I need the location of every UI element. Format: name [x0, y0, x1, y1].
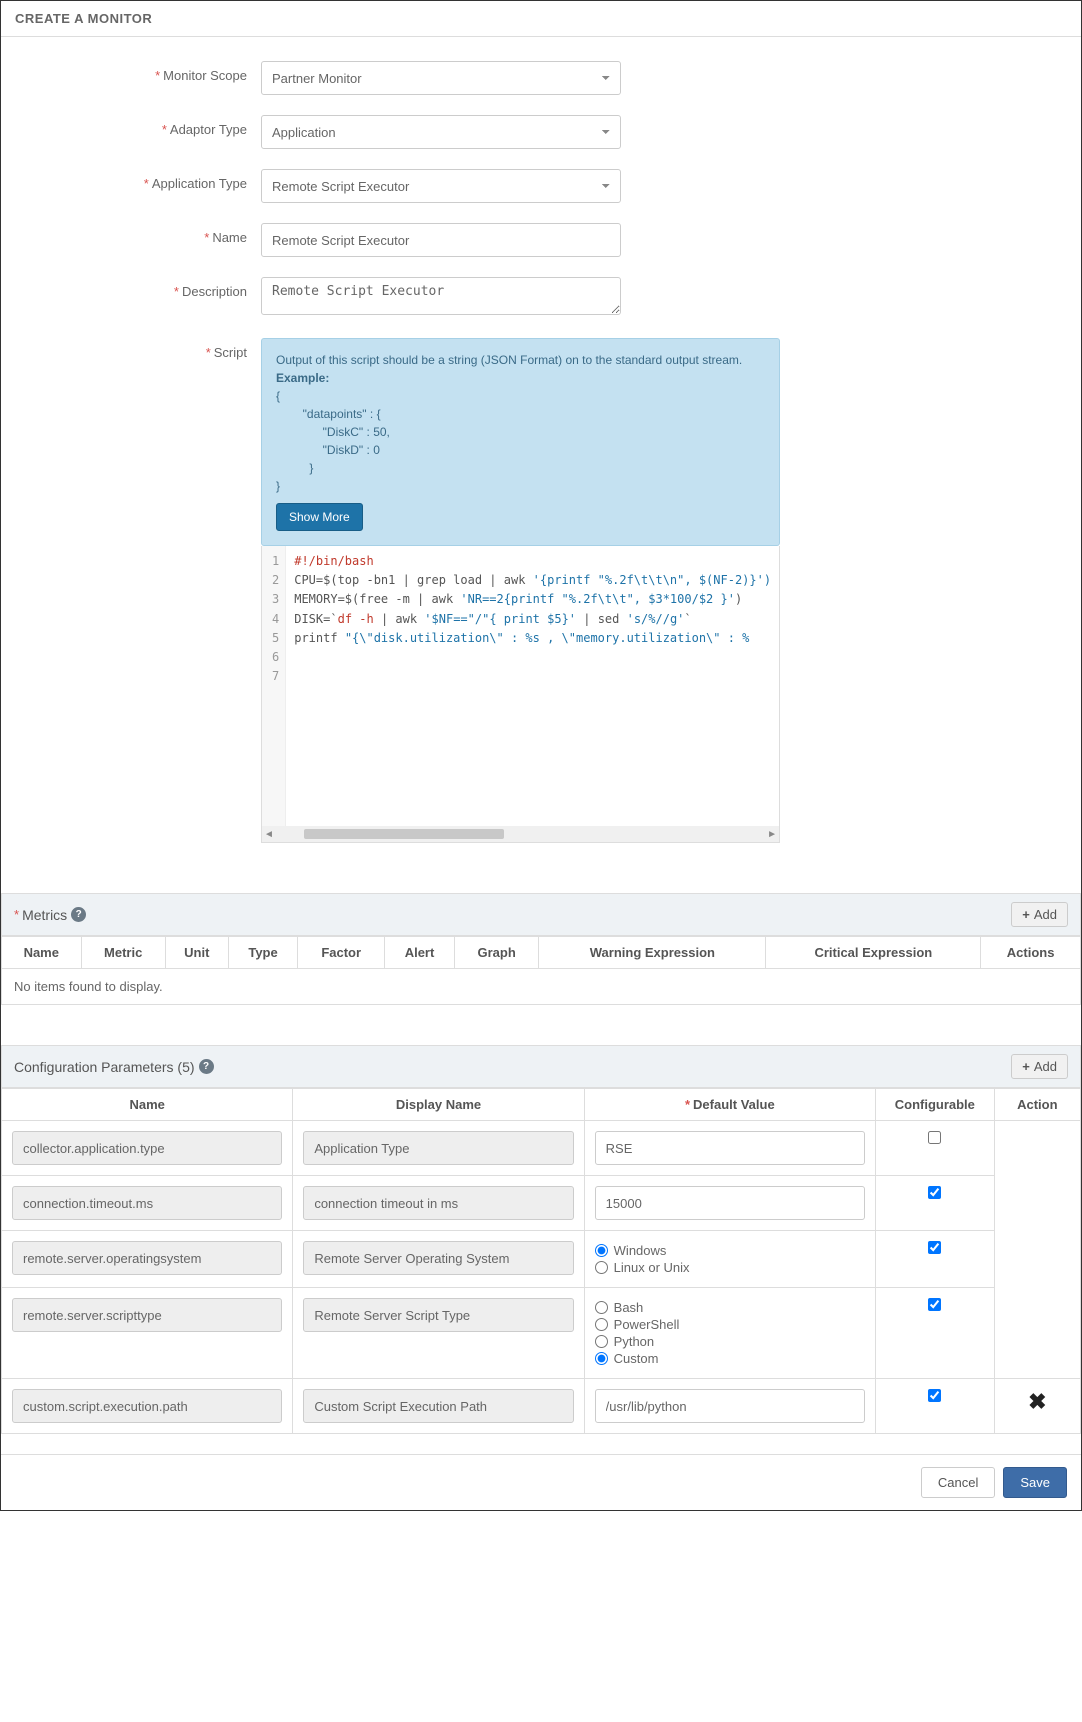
metrics-col: Name	[2, 937, 82, 969]
param-name-input	[12, 1131, 282, 1165]
name-input[interactable]	[261, 223, 621, 257]
script-hscroll-thumb[interactable]	[304, 829, 504, 839]
config-title: Configuration Parameters (5)	[14, 1059, 195, 1075]
radio-input[interactable]	[595, 1301, 608, 1314]
config-row: Windows Linux or Unix	[2, 1231, 1081, 1288]
metrics-col: Factor	[298, 937, 385, 969]
radio-label: Windows	[614, 1243, 667, 1258]
metrics-table: NameMetricUnitTypeFactorAlertGraphWarnin…	[1, 936, 1081, 1005]
param-name-input	[12, 1298, 282, 1332]
config-add-button[interactable]: +Add	[1011, 1054, 1068, 1079]
metrics-col: Alert	[385, 937, 455, 969]
adaptor-type-select[interactable]: Application	[261, 115, 621, 149]
name-label: *Name	[21, 223, 261, 245]
radio-label: Custom	[614, 1351, 659, 1366]
script-editor[interactable]: 1234567 #!/bin/bashCPU=$(top -bn1 | grep…	[261, 546, 780, 843]
param-configurable-checkbox[interactable]	[928, 1389, 941, 1402]
metrics-title: Metrics	[22, 907, 67, 923]
metrics-col: Graph	[455, 937, 539, 969]
application-type-select[interactable]: Remote Script Executor	[261, 169, 621, 203]
param-value-input[interactable]	[595, 1389, 865, 1423]
param-display-input	[303, 1298, 573, 1332]
param-radio-option[interactable]: Windows	[595, 1243, 865, 1258]
metrics-col: Metric	[81, 937, 165, 969]
script-code[interactable]: #!/bin/bashCPU=$(top -bn1 | grep load | …	[286, 546, 779, 826]
config-col-action: Action	[994, 1089, 1080, 1121]
param-configurable-checkbox[interactable]	[928, 1241, 941, 1254]
param-name-input	[12, 1241, 282, 1275]
param-value-input[interactable]	[595, 1131, 865, 1165]
param-name-input	[12, 1389, 282, 1423]
metrics-empty-text: No items found to display.	[2, 969, 1081, 1005]
param-radio-option[interactable]: Bash	[595, 1300, 865, 1315]
radio-label: Bash	[614, 1300, 644, 1315]
radio-input[interactable]	[595, 1352, 608, 1365]
radio-label: Linux or Unix	[614, 1260, 690, 1275]
help-icon[interactable]: ?	[199, 1059, 214, 1074]
adaptor-type-label: *Adaptor Type	[21, 115, 261, 137]
config-col-configurable: Configurable	[875, 1089, 994, 1121]
param-name-input	[12, 1186, 282, 1220]
application-type-label: *Application Type	[21, 169, 261, 191]
radio-input[interactable]	[595, 1261, 608, 1274]
save-button[interactable]: Save	[1003, 1467, 1067, 1498]
param-display-input	[303, 1389, 573, 1423]
description-input[interactable]: Remote Script Executor	[261, 277, 621, 315]
config-col-display: Display Name	[293, 1089, 584, 1121]
radio-input[interactable]	[595, 1244, 608, 1257]
config-col-default: *Default Value	[584, 1089, 875, 1121]
metrics-col: Critical Expression	[766, 937, 981, 969]
show-more-button[interactable]: Show More	[276, 503, 363, 531]
config-row	[2, 1176, 1081, 1231]
param-configurable-checkbox[interactable]	[928, 1186, 941, 1199]
script-example-text: { "datapoints" : { "DiskC" : 50, "DiskD"…	[276, 387, 765, 495]
monitor-scope-select[interactable]: Partner Monitor	[261, 61, 621, 95]
param-display-input	[303, 1241, 573, 1275]
radio-input[interactable]	[595, 1318, 608, 1331]
help-icon[interactable]: ?	[71, 907, 86, 922]
param-radio-option[interactable]: Custom	[595, 1351, 865, 1366]
metrics-section-header: * Metrics ? +Add	[1, 893, 1081, 936]
monitor-scope-label: *Monitor Scope	[21, 61, 261, 83]
config-section-header: Configuration Parameters (5) ? +Add	[1, 1045, 1081, 1088]
remove-icon[interactable]: ✖	[1005, 1389, 1070, 1415]
script-example-label: Example:	[276, 369, 765, 387]
param-radio-option[interactable]: Python	[595, 1334, 865, 1349]
script-info-box: Output of this script should be a string…	[261, 338, 780, 546]
metrics-col: Actions	[981, 937, 1081, 969]
config-table: Name Display Name *Default Value Configu…	[1, 1088, 1081, 1434]
param-value-input[interactable]	[595, 1186, 865, 1220]
cancel-button[interactable]: Cancel	[921, 1467, 995, 1498]
script-hscrollbar[interactable]: ◄ ►	[262, 826, 779, 842]
config-col-name: Name	[2, 1089, 293, 1121]
config-row	[2, 1121, 1081, 1176]
config-row: ✖	[2, 1379, 1081, 1434]
metrics-col: Unit	[165, 937, 228, 969]
script-info-intro: Output of this script should be a string…	[276, 351, 765, 369]
metrics-add-button[interactable]: +Add	[1011, 902, 1068, 927]
script-label: *Script	[21, 338, 261, 360]
description-label: *Description	[21, 277, 261, 299]
metrics-col: Warning Expression	[539, 937, 766, 969]
config-row: Bash PowerShell Python Custom	[2, 1288, 1081, 1379]
script-gutter: 1234567	[262, 546, 286, 826]
param-display-input	[303, 1131, 573, 1165]
page-title: CREATE A MONITOR	[1, 1, 1081, 37]
param-radio-option[interactable]: Linux or Unix	[595, 1260, 865, 1275]
radio-input[interactable]	[595, 1335, 608, 1348]
metrics-col: Type	[228, 937, 298, 969]
param-configurable-checkbox[interactable]	[928, 1131, 941, 1144]
param-radio-option[interactable]: PowerShell	[595, 1317, 865, 1332]
param-display-input	[303, 1186, 573, 1220]
param-configurable-checkbox[interactable]	[928, 1298, 941, 1311]
radio-label: Python	[614, 1334, 654, 1349]
radio-label: PowerShell	[614, 1317, 680, 1332]
